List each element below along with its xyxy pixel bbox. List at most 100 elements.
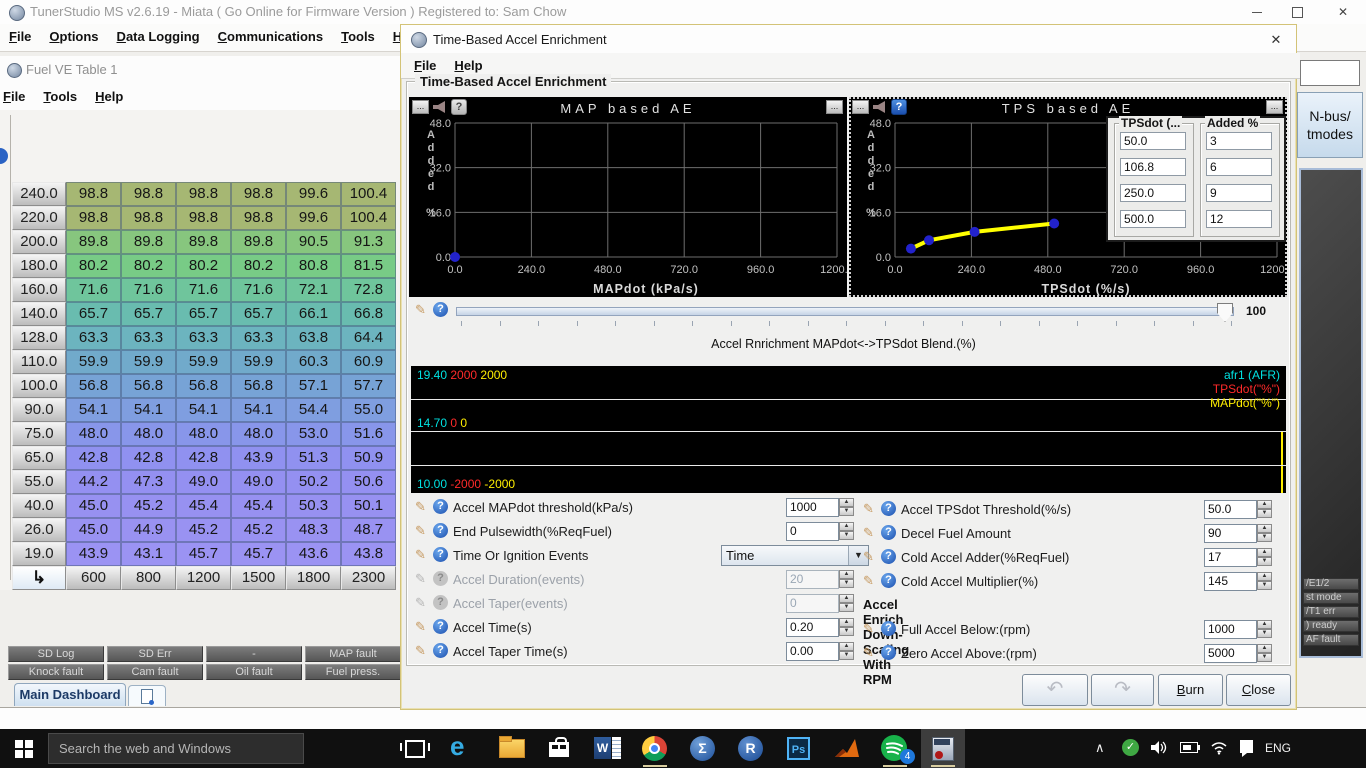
ve-row-header[interactable]: 200.0 bbox=[12, 230, 66, 254]
ve-cell[interactable]: 91.3 bbox=[341, 230, 396, 254]
popup-value-input[interactable]: 12 bbox=[1206, 210, 1272, 228]
ve-cell[interactable]: 42.8 bbox=[176, 446, 231, 470]
ve-row-header[interactable]: 90.0 bbox=[12, 398, 66, 422]
ve-cell[interactable]: 60.9 bbox=[341, 350, 396, 374]
ve-cell[interactable]: 48.0 bbox=[231, 422, 286, 446]
ve-cell[interactable]: 42.8 bbox=[66, 446, 121, 470]
tab-new-dashboard[interactable] bbox=[128, 685, 166, 706]
ve-cell[interactable]: 50.3 bbox=[286, 494, 341, 518]
ve-cell[interactable]: 43.1 bbox=[121, 542, 176, 566]
ve-cell[interactable]: 48.7 bbox=[341, 518, 396, 542]
ve-cell[interactable]: 45.0 bbox=[66, 494, 121, 518]
menu-file[interactable]: File bbox=[0, 24, 40, 44]
sync-app-icon[interactable]: ✓ bbox=[1122, 739, 1139, 756]
ve-cell[interactable]: 63.3 bbox=[66, 326, 121, 350]
ve-cell[interactable]: 89.8 bbox=[176, 230, 231, 254]
value-input[interactable]: 0 bbox=[786, 594, 839, 613]
spinner-buttons[interactable]: ▲▼ bbox=[1257, 620, 1272, 639]
ve-cell[interactable]: 65.7 bbox=[66, 302, 121, 326]
wifi-icon[interactable] bbox=[1210, 741, 1228, 755]
ve-cell[interactable]: 66.1 bbox=[286, 302, 341, 326]
ve-cell[interactable]: 99.6 bbox=[286, 206, 341, 230]
spinner-buttons[interactable]: ▲▼ bbox=[1257, 500, 1272, 519]
ve-cell[interactable]: 50.9 bbox=[341, 446, 396, 470]
spinner-buttons[interactable]: ▲▼ bbox=[1257, 572, 1272, 591]
ve-cell[interactable]: 44.2 bbox=[66, 470, 121, 494]
ve-row-header[interactable]: 110.0 bbox=[12, 350, 66, 374]
spin-up-icon[interactable]: ▲ bbox=[1257, 644, 1272, 653]
taskbar-app-math-tool[interactable]: Σ bbox=[681, 729, 725, 768]
ve-cell[interactable]: 65.7 bbox=[176, 302, 231, 326]
ve-cell[interactable]: 59.9 bbox=[121, 350, 176, 374]
ve-cell[interactable]: 98.8 bbox=[231, 182, 286, 206]
ve-menu-file[interactable]: File bbox=[0, 84, 34, 104]
popup-value-input[interactable]: 250.0 bbox=[1120, 184, 1186, 202]
menu-data-logging[interactable]: Data Logging bbox=[108, 24, 209, 44]
ve-cell[interactable]: 59.9 bbox=[231, 350, 286, 374]
spin-up-icon[interactable]: ▲ bbox=[839, 594, 854, 603]
ve-cell[interactable]: 80.2 bbox=[121, 254, 176, 278]
ve-cell[interactable]: 56.8 bbox=[231, 374, 286, 398]
ve-col-header[interactable]: 1200 bbox=[176, 566, 231, 590]
spin-down-icon[interactable]: ▼ bbox=[1257, 653, 1272, 662]
ve-cell[interactable]: 60.3 bbox=[286, 350, 341, 374]
ve-cell[interactable]: 71.6 bbox=[121, 278, 176, 302]
ve-cell[interactable]: 98.8 bbox=[121, 182, 176, 206]
value-input[interactable]: 145 bbox=[1204, 572, 1257, 591]
ve-cell[interactable]: 98.8 bbox=[66, 182, 121, 206]
popup-value-input[interactable]: 6 bbox=[1206, 158, 1272, 176]
ve-cell[interactable]: 59.9 bbox=[176, 350, 231, 374]
ve-cell[interactable]: 50.1 bbox=[341, 494, 396, 518]
ve-cell[interactable]: 50.2 bbox=[286, 470, 341, 494]
start-button[interactable] bbox=[0, 729, 48, 768]
ve-cell[interactable]: 89.8 bbox=[121, 230, 176, 254]
ve-cell[interactable]: 45.4 bbox=[176, 494, 231, 518]
help-icon[interactable]: ? bbox=[433, 619, 448, 634]
ve-cell[interactable]: 45.2 bbox=[176, 518, 231, 542]
ve-cell[interactable]: 57.1 bbox=[286, 374, 341, 398]
ve-cell[interactable]: 49.0 bbox=[176, 470, 231, 494]
ve-col-header[interactable]: 600 bbox=[66, 566, 121, 590]
popup-value-input[interactable]: 50.0 bbox=[1120, 132, 1186, 150]
minimize-button[interactable] bbox=[1240, 0, 1274, 24]
ve-cell[interactable]: 54.1 bbox=[231, 398, 286, 422]
spinner-buttons[interactable]: ▲▼ bbox=[839, 642, 854, 661]
help-icon[interactable]: ? bbox=[433, 643, 448, 658]
right-panel-field[interactable] bbox=[1300, 60, 1360, 86]
ve-cell[interactable]: 45.4 bbox=[231, 494, 286, 518]
tray-chevron-icon[interactable]: ∧ bbox=[1095, 740, 1105, 756]
ve-cell[interactable]: 80.8 bbox=[286, 254, 341, 278]
value-input[interactable]: 90 bbox=[1204, 524, 1257, 543]
spin-up-icon[interactable]: ▲ bbox=[1257, 500, 1272, 509]
spin-down-icon[interactable]: ▼ bbox=[1257, 629, 1272, 638]
ve-cell[interactable]: 49.0 bbox=[231, 470, 286, 494]
ve-cell[interactable]: 71.6 bbox=[176, 278, 231, 302]
ve-cell[interactable]: 100.4 bbox=[341, 206, 396, 230]
popup-value-input[interactable]: 9 bbox=[1206, 184, 1272, 202]
ve-cell[interactable]: 47.3 bbox=[121, 470, 176, 494]
popup-value-input[interactable]: 3 bbox=[1206, 132, 1272, 150]
value-input[interactable]: 0 bbox=[786, 522, 839, 541]
ve-cell[interactable]: 42.8 bbox=[121, 446, 176, 470]
close-button[interactable]: Close bbox=[1226, 674, 1291, 706]
map-based-ae-chart[interactable]: ...?MAP based AE...A d d e d %0.016.032.… bbox=[409, 97, 847, 297]
help-icon[interactable]: ? bbox=[881, 525, 896, 540]
ve-cell[interactable]: 99.6 bbox=[286, 182, 341, 206]
ve-cell[interactable]: 63.3 bbox=[176, 326, 231, 350]
chart-more-icon[interactable]: ... bbox=[826, 100, 843, 114]
spin-up-icon[interactable]: ▲ bbox=[1257, 548, 1272, 557]
volume-icon[interactable] bbox=[1150, 740, 1168, 756]
help-icon[interactable]: ? bbox=[881, 645, 896, 660]
tab-main-dashboard[interactable]: Main Dashboard bbox=[14, 683, 126, 706]
undo-button[interactable]: ↶ bbox=[1022, 674, 1088, 706]
ve-cell[interactable]: 65.7 bbox=[231, 302, 286, 326]
value-input[interactable]: 5000 bbox=[1204, 644, 1257, 663]
ve-cell[interactable]: 59.9 bbox=[66, 350, 121, 374]
notification-center-icon[interactable] bbox=[1240, 740, 1253, 753]
spin-down-icon[interactable]: ▼ bbox=[1257, 509, 1272, 518]
ve-cell[interactable]: 72.1 bbox=[286, 278, 341, 302]
taskbar-app-store[interactable] bbox=[537, 729, 581, 768]
popup-value-input[interactable]: 500.0 bbox=[1120, 210, 1186, 228]
ve-col-header[interactable]: 2300 bbox=[341, 566, 396, 590]
ve-cell[interactable]: 54.1 bbox=[121, 398, 176, 422]
